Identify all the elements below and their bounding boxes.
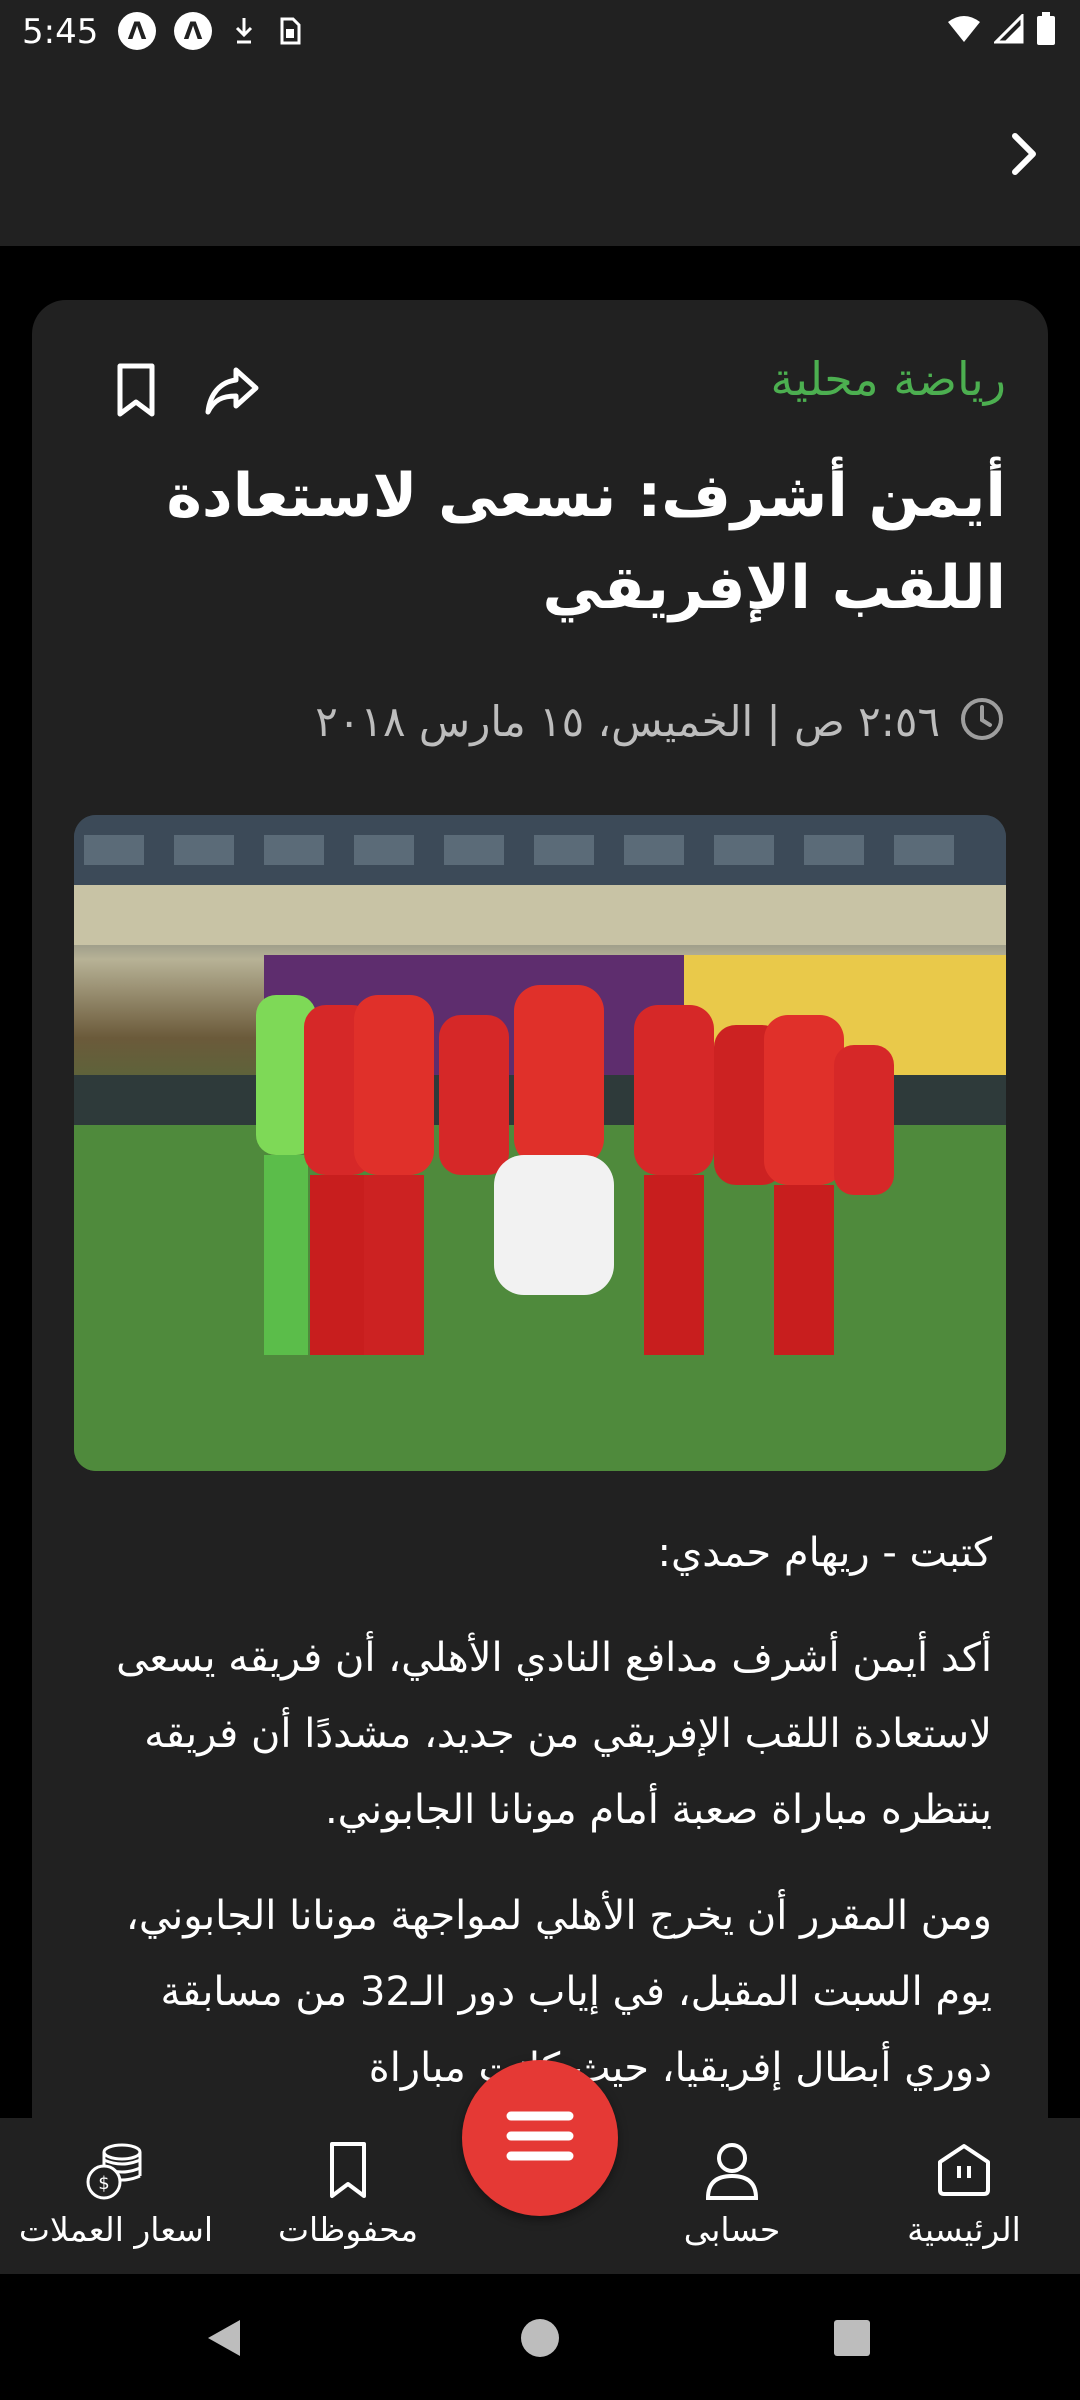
clock-icon <box>958 695 1006 747</box>
menu-fab[interactable] <box>462 2060 618 2216</box>
article-title: أيمن أشرف: نسعى لاستعادة اللقب الإفريقي <box>166 461 1006 623</box>
nav-label-saved: محفوظات <box>277 2210 419 2249</box>
nav-item-currency[interactable]: $ اسعار العملات <box>6 2138 226 2268</box>
top-app-bar <box>0 64 1080 246</box>
article-image[interactable] <box>74 815 1006 1471</box>
notification-a-icon: Λ <box>174 12 212 50</box>
nav-item-home[interactable]: الرئيسية <box>854 2138 1074 2268</box>
article-meta: ٢:٥٦ ص | الخميس، ١٥ مارس ٢٠١٨ <box>315 695 1006 747</box>
download-icon <box>230 13 258 49</box>
coins-icon: $ <box>84 2138 148 2202</box>
status-left-icons: Λ Λ <box>118 12 304 50</box>
article-category[interactable]: رياضة محلية <box>771 352 1006 406</box>
status-right-icons <box>946 12 1056 50</box>
notification-a-icon: Λ <box>118 12 156 50</box>
share-icon[interactable] <box>202 360 262 420</box>
article-card: رياضة محلية أيمن أشرف: نسعى لاستعادة الل… <box>32 300 1048 2200</box>
user-icon <box>700 2138 764 2202</box>
battery-icon <box>1036 12 1056 50</box>
recents-square-icon[interactable] <box>828 2314 876 2362</box>
status-bar: 5:45 Λ Λ <box>0 0 1080 64</box>
article-date: ٢:٥٦ ص | الخميس، ١٥ مارس ٢٠١٨ <box>315 696 940 746</box>
nav-label-home: الرئيسية <box>907 2210 1021 2249</box>
menu-icon <box>505 2108 575 2168</box>
back-triangle-icon[interactable] <box>200 2314 248 2362</box>
wifi-icon <box>946 14 982 48</box>
system-navigation-bar <box>0 2274 1080 2400</box>
nav-label-account: حسابى <box>683 2210 781 2249</box>
chevron-right-icon[interactable] <box>994 124 1054 184</box>
nav-label-currency: اسعار العملات <box>18 2210 214 2249</box>
home-circle-icon[interactable] <box>516 2314 564 2362</box>
article-byline: كتبت - ريهام حمدي: <box>657 1530 992 1576</box>
home-icon <box>932 2138 996 2202</box>
article-paragraph: أكد أيمن أشرف مدافع النادي الأهلي، أن فر… <box>116 1635 992 1833</box>
nav-item-account[interactable]: حسابى <box>622 2138 842 2268</box>
nav-item-saved[interactable]: محفوظات <box>238 2138 458 2268</box>
sim-icon <box>276 13 304 49</box>
bookmark-icon <box>316 2138 380 2202</box>
svg-text:$: $ <box>98 2173 109 2194</box>
bookmark-icon[interactable] <box>106 360 166 420</box>
signal-icon <box>992 12 1024 48</box>
status-time: 5:45 <box>22 12 99 52</box>
